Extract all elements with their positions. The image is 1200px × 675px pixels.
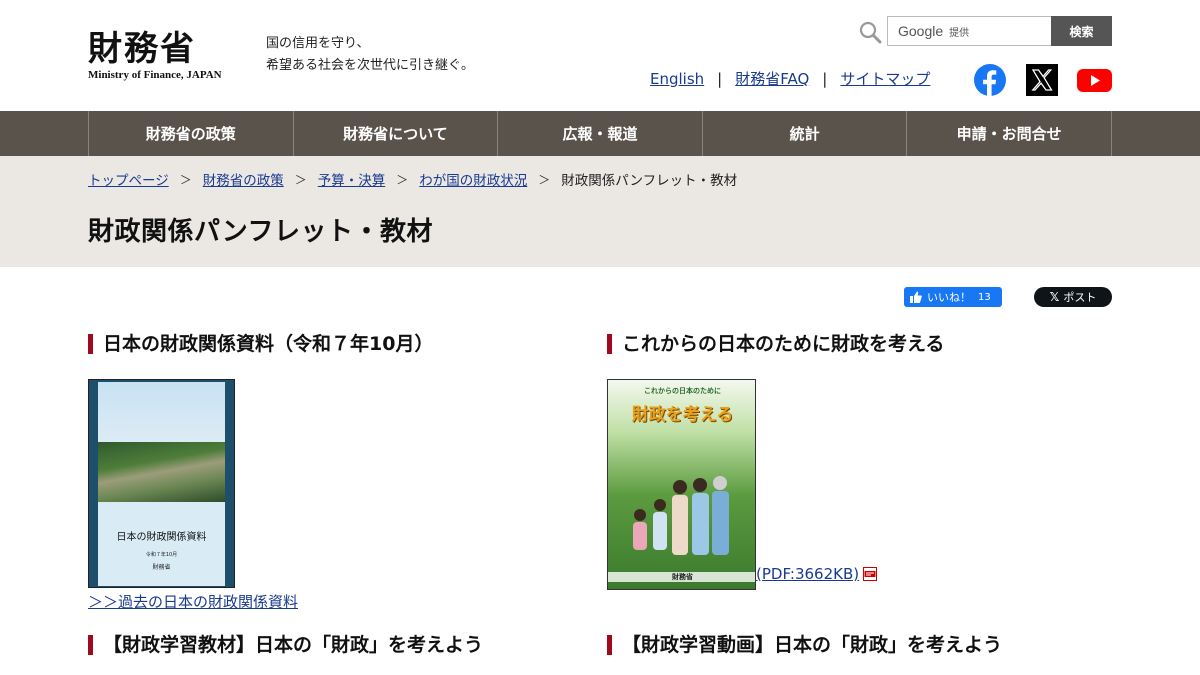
breadcrumb: トップページ ＞ 財務省の政策 ＞ 予算・決算 ＞ わが国の財政状況 ＞ 財政関… <box>88 169 738 190</box>
cover-top-text: これからの日本のために <box>644 387 721 395</box>
cover-org: 財務省 <box>608 572 755 582</box>
nav-item-press[interactable]: 広報・報道 <box>498 111 703 156</box>
cover-title: 日本の財政関係資料 <box>116 532 207 543</box>
section-title-think-finance: これからの日本のために財政を考える <box>607 333 944 355</box>
site-header: 財務省 Ministry of Finance, JAPAN 国の信用を守り、 … <box>0 0 1200 111</box>
facebook-icon[interactable] <box>974 64 1006 96</box>
pdf-download-link[interactable]: (PDF:3662KB) <box>756 565 878 583</box>
section-title-fiscal-materials: 日本の財政関係資料（令和７年10月） <box>88 333 433 355</box>
search-button[interactable]: 検索 <box>1051 16 1112 46</box>
thumbs-up-icon <box>910 291 922 303</box>
youtube-icon[interactable] <box>1077 64 1112 96</box>
like-label: いいね！ <box>927 291 971 304</box>
sitemap-link[interactable]: サイトマップ <box>840 68 930 89</box>
english-link[interactable]: English <box>650 70 704 88</box>
page-title: 財政関係パンフレット・教材 <box>88 217 434 247</box>
cover-org: 財務省 <box>152 564 171 571</box>
logo-text-en: Ministry of Finance, JAPAN <box>88 69 222 81</box>
pdf-icon <box>863 567 878 581</box>
faq-link[interactable]: 財務省FAQ <box>735 68 809 89</box>
facebook-like-button[interactable]: いいね！ 13 <box>904 287 1002 307</box>
pdf-link-label: (PDF:3662KB) <box>756 565 860 583</box>
site-logo[interactable]: 財務省 Ministry of Finance, JAPAN <box>88 30 228 81</box>
section-title-learning-videos: 【財政学習動画】日本の「財政」を考えよう <box>607 634 1002 656</box>
tagline-line-1: 国の信用を守り、 <box>266 36 370 51</box>
fiscal-materials-cover[interactable]: 日本の財政関係資料 令和７年10月 財務省 <box>88 379 235 588</box>
global-nav: 財務省の政策 財務省について 広報・報道 統計 申請・お問合せ <box>0 111 1200 156</box>
past-materials-link[interactable]: ＞＞過去の日本の財政関係資料 <box>88 591 298 612</box>
breadcrumb-budget[interactable]: 予算・決算 <box>318 169 386 189</box>
section-title-learning-materials: 【財政学習教材】日本の「財政」を考えよう <box>88 634 483 656</box>
logo-text-jp: 財務省 <box>88 29 196 69</box>
search-provided-label: 提供 <box>949 27 970 39</box>
breadcrumb-top[interactable]: トップページ <box>88 169 169 189</box>
breadcrumb-current: 財政関係パンフレット・教材 <box>561 173 738 189</box>
nav-item-policy[interactable]: 財務省の政策 <box>89 111 294 156</box>
cover-panel <box>98 502 225 586</box>
cover-landscape <box>98 442 225 502</box>
family-illustration <box>633 476 729 555</box>
like-count: 13 <box>978 291 991 303</box>
search-icon <box>859 21 882 44</box>
breadcrumb-separator: ＞ <box>538 172 551 187</box>
think-finance-cover[interactable]: これからの日本のために 財政を考える 財務省 <box>607 379 756 590</box>
breadcrumb-separator: ＞ <box>396 172 409 187</box>
cover-date: 令和７年10月 <box>145 552 178 558</box>
x-icon[interactable] <box>1026 64 1058 96</box>
util-separator: | <box>822 69 828 88</box>
breadcrumb-separator: ＞ <box>294 172 307 187</box>
nav-item-statistics[interactable]: 統計 <box>703 111 908 156</box>
site-tagline: 国の信用を守り、 希望ある社会を次世代に引き継ぐ。 <box>266 33 474 77</box>
search-input[interactable]: Google 提供 <box>887 16 1052 46</box>
x-logo-icon: 𝕏 <box>1049 290 1060 304</box>
cover-sky <box>98 382 225 442</box>
breadcrumb-policy[interactable]: 財務省の政策 <box>203 169 284 189</box>
nav-item-contact[interactable]: 申請・お問合せ <box>907 111 1112 156</box>
search-provider-label: Google <box>898 23 944 39</box>
post-label: ポスト <box>1063 291 1097 304</box>
cover-headline: 財政を考える <box>631 405 734 425</box>
util-separator: | <box>717 69 723 88</box>
utility-links: English | 財務省FAQ | サイトマップ <box>650 68 930 89</box>
breadcrumb-fiscal[interactable]: わが国の財政状況 <box>419 169 527 189</box>
title-band: トップページ ＞ 財務省の政策 ＞ 予算・決算 ＞ わが国の財政状況 ＞ 財政関… <box>0 156 1200 267</box>
breadcrumb-separator: ＞ <box>179 172 192 187</box>
x-post-button[interactable]: 𝕏 ポスト <box>1034 287 1112 307</box>
nav-item-about[interactable]: 財務省について <box>294 111 499 156</box>
tagline-line-2: 希望ある社会を次世代に引き継ぐ。 <box>266 58 475 73</box>
